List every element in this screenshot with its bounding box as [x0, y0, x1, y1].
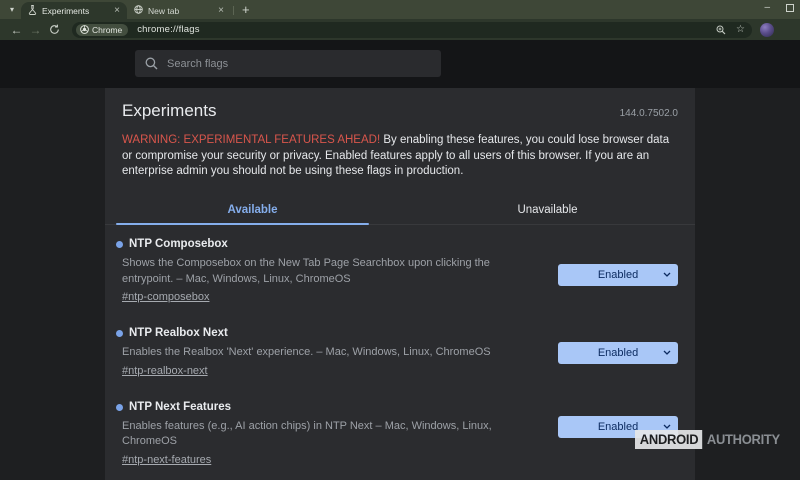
- flags-header-band: Reset all: [0, 40, 800, 88]
- browser-toolbar: ← → Chrome chrome://flags ☆: [0, 19, 800, 40]
- chevron-down-icon: [663, 350, 671, 355]
- android-authority-watermark: ANDROID AUTHORITY: [635, 430, 780, 449]
- back-icon: ←: [11, 23, 23, 37]
- globe-icon: [134, 5, 143, 16]
- flag-description: Enables the Realbox 'Next' experience. –…: [122, 345, 538, 361]
- page-title: Experiments: [122, 101, 216, 121]
- search-input[interactable]: [167, 58, 431, 70]
- flag-value-dropdown[interactable]: Enabled: [558, 264, 678, 286]
- url-text: chrome://flags: [137, 24, 199, 35]
- flags-list: NTP Composebox Shows the Composebox on t…: [122, 238, 678, 480]
- search-icon: [145, 57, 158, 70]
- flag-value: Enabled: [598, 347, 638, 359]
- window-controls: –: [764, 0, 794, 16]
- flag-value: Enabled: [598, 269, 638, 281]
- tab-label: Unavailable: [517, 204, 577, 216]
- availability-tabs: Available Unavailable: [105, 195, 695, 225]
- chrome-chip-label: Chrome: [92, 25, 122, 35]
- browser-tab-new-tab[interactable]: New tab ×: [127, 2, 231, 19]
- flag-name: NTP Next Features: [129, 401, 231, 414]
- tab-title: Experiments: [42, 6, 108, 16]
- browser-tab-experiments[interactable]: Experiments ×: [21, 2, 127, 19]
- maximize-icon: [786, 4, 794, 12]
- watermark-android: ANDROID: [635, 430, 702, 449]
- flag-status-dot: [116, 241, 123, 248]
- chevron-down-icon: [663, 272, 671, 277]
- browser-tab-strip: ▾ Experiments × New tab × + –: [0, 0, 800, 19]
- minimize-button[interactable]: –: [764, 3, 770, 13]
- tab-unavailable[interactable]: Unavailable: [400, 195, 695, 224]
- flag-value: Enabled: [598, 421, 638, 433]
- flags-content-column: Experiments 144.0.7502.0 WARNING: EXPERI…: [105, 88, 695, 480]
- address-bar[interactable]: Chrome chrome://flags ☆: [72, 22, 752, 38]
- flag-description: Shows the Composebox on the New Tab Page…: [122, 256, 538, 287]
- chrome-logo-icon: [80, 25, 89, 34]
- chrome-chip[interactable]: Chrome: [76, 24, 128, 36]
- forward-icon: →: [30, 23, 42, 37]
- flag-value-dropdown[interactable]: Enabled: [558, 342, 678, 364]
- experiment-flask-icon: [28, 5, 37, 17]
- minimize-icon: –: [764, 3, 770, 13]
- tab-separator: [233, 6, 234, 15]
- flag-description: Enables features (e.g., AI action chips)…: [122, 419, 538, 450]
- plus-icon: +: [242, 2, 250, 17]
- flag-permalink[interactable]: #ntp-next-features: [122, 454, 211, 467]
- flag-row-ntp-next-features: NTP Next Features Enables features (e.g.…: [122, 401, 678, 468]
- flag-row-ntp-realbox-next: NTP Realbox Next Enables the Realbox 'Ne…: [122, 327, 678, 379]
- watermark-authority: AUTHORITY: [707, 432, 780, 447]
- flag-name: NTP Realbox Next: [129, 327, 228, 340]
- profile-avatar[interactable]: [760, 23, 774, 37]
- flag-status-dot: [116, 404, 123, 411]
- bookmark-star-icon[interactable]: ☆: [736, 25, 745, 35]
- maximize-button[interactable]: [786, 4, 794, 12]
- experimental-warning: WARNING: EXPERIMENTAL FEATURES AHEAD! By…: [122, 133, 679, 180]
- warning-highlight: WARNING: EXPERIMENTAL FEATURES AHEAD!: [122, 134, 380, 146]
- flag-status-dot: [116, 330, 123, 337]
- version-number: 144.0.7502.0: [620, 108, 678, 119]
- tab-close-icon[interactable]: ×: [113, 6, 121, 16]
- flag-permalink[interactable]: #ntp-composebox: [122, 291, 209, 304]
- chevron-down-icon: [663, 424, 671, 429]
- chevron-down-icon: ▾: [10, 6, 14, 14]
- zoom-icon[interactable]: [716, 25, 726, 35]
- flag-permalink[interactable]: #ntp-realbox-next: [122, 365, 208, 378]
- forward-button[interactable]: →: [26, 24, 45, 36]
- flags-search-box[interactable]: [135, 50, 441, 77]
- flag-name: NTP Composebox: [129, 238, 228, 251]
- back-button[interactable]: ←: [7, 24, 26, 36]
- reload-icon: [49, 24, 60, 35]
- tab-close-icon[interactable]: ×: [217, 6, 225, 16]
- flag-row-ntp-composebox: NTP Composebox Shows the Composebox on t…: [122, 238, 678, 305]
- tab-label: Available: [227, 204, 277, 216]
- new-tab-button[interactable]: +: [242, 3, 250, 16]
- reload-button[interactable]: [45, 24, 64, 35]
- tab-title: New tab: [148, 6, 212, 16]
- tab-available[interactable]: Available: [105, 195, 400, 224]
- tab-search-button[interactable]: ▾: [5, 3, 19, 17]
